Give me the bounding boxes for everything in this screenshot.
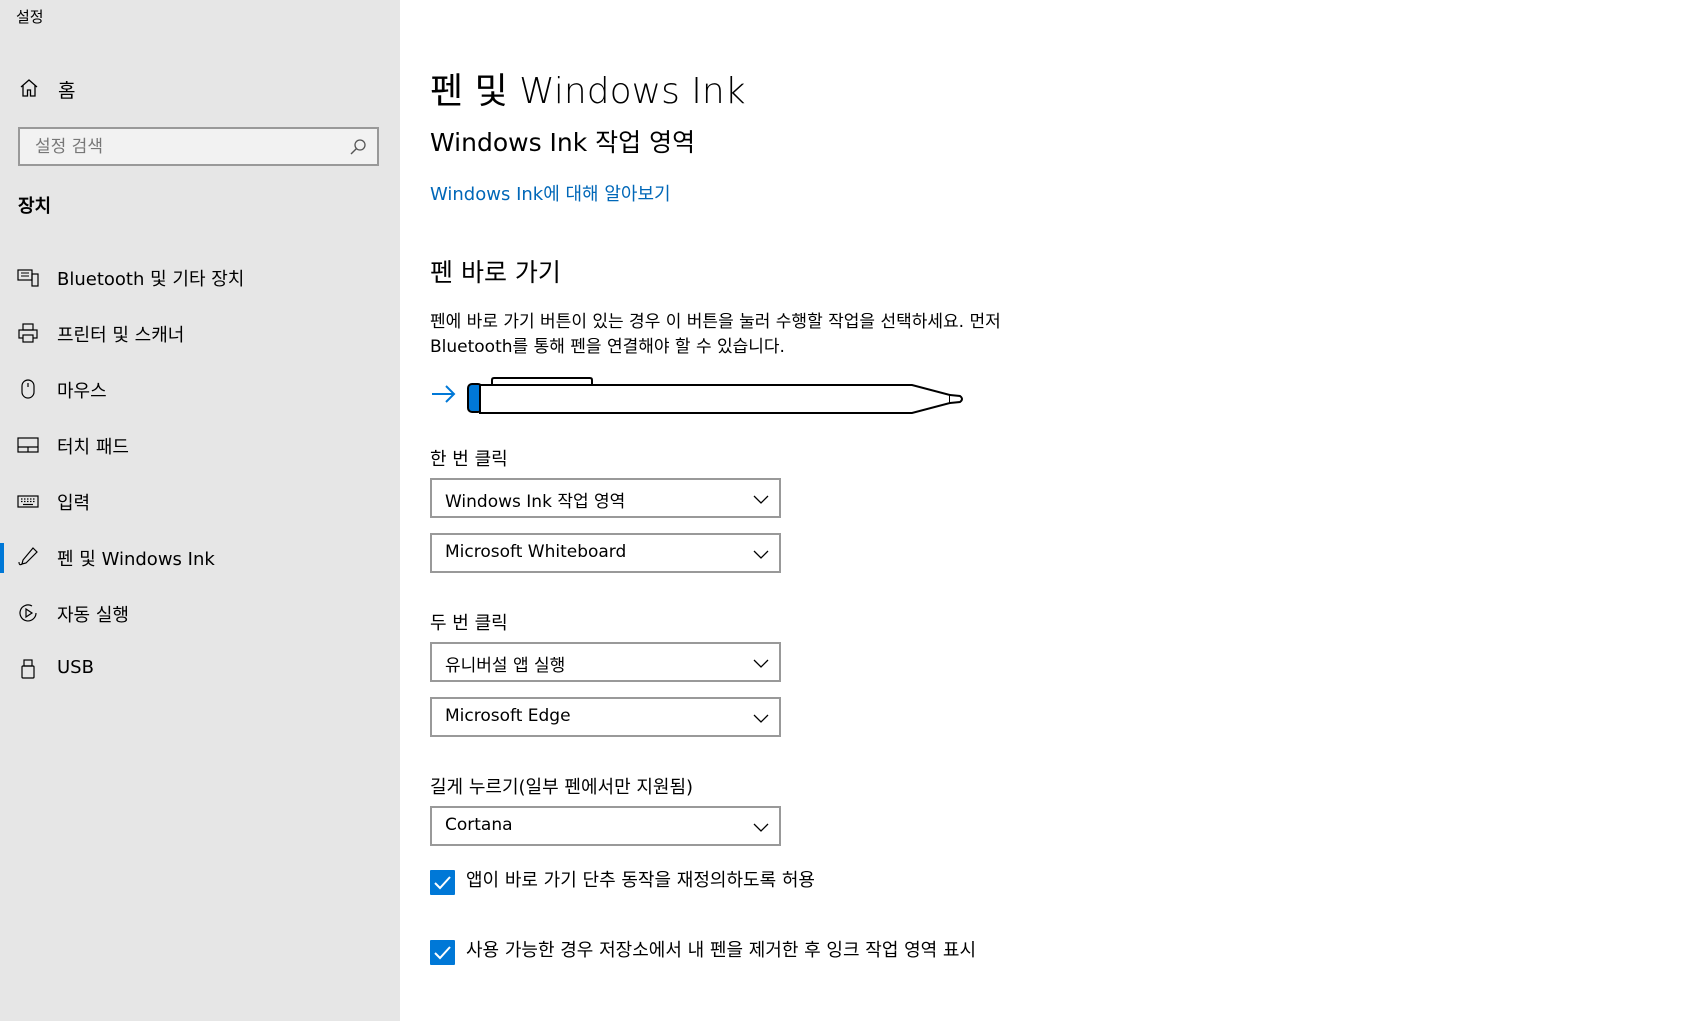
main-content: 펜 및 Windows Ink Windows Ink 작업 영역 Window… (430, 0, 1691, 1021)
home-icon (20, 79, 38, 97)
checkmark-icon (434, 946, 451, 960)
learn-more-link[interactable]: Windows Ink에 대해 알아보기 (430, 180, 671, 206)
section-heading: 장치 (18, 196, 52, 217)
search-input[interactable] (20, 129, 320, 164)
settings-search-box[interactable] (18, 127, 379, 166)
single-click-label: 한 번 클릭 (430, 449, 508, 470)
dropdown-value: Microsoft Edge (445, 706, 571, 726)
double-click-app-dropdown[interactable]: Microsoft Edge (430, 697, 781, 737)
sidebar-item-label: USB (57, 657, 94, 678)
chevron-down-icon (753, 659, 769, 668)
chevron-down-icon (753, 714, 769, 723)
sidebar-item-label: Bluetooth 및 기타 장치 (57, 269, 245, 290)
sidebar-item-typing[interactable]: 입력 (0, 477, 400, 525)
single-click-action-dropdown[interactable]: Windows Ink 작업 영역 (430, 478, 781, 518)
show-ink-workspace-label: 사용 가능한 경우 저장소에서 내 펜을 제거한 후 잉크 작업 영역 표시 (466, 940, 977, 961)
long-press-label: 길게 누르기(일부 펜에서만 지원됨) (430, 777, 694, 798)
sidebar-item-printers[interactable]: 프린터 및 스캐너 (0, 309, 400, 357)
home-label: 홈 (58, 80, 76, 102)
sidebar-item-pen[interactable]: 펜 및 Windows Ink (0, 533, 400, 581)
single-click-app-dropdown[interactable]: Microsoft Whiteboard (430, 533, 781, 573)
sidebar-item-label: 입력 (57, 493, 91, 514)
section-title-ink-workspace: Windows Ink 작업 영역 (430, 128, 696, 157)
dropdown-value: 유니버설 앱 실행 (445, 656, 566, 676)
home-nav-item[interactable]: 홈 (0, 68, 400, 108)
override-shortcut-label: 앱이 바로 가기 단추 동작을 재정의하도록 허용 (466, 870, 815, 891)
chevron-down-icon (753, 823, 769, 832)
autoplay-icon (19, 604, 37, 622)
chevron-down-icon (753, 495, 769, 504)
printer-icon (18, 323, 38, 343)
double-click-label: 두 번 클릭 (430, 613, 508, 634)
page-title: 펜 및 Windows Ink (430, 71, 746, 112)
sidebar: 설정 홈 장치 Bluetooth 및 기타 장치 프린터 및 스캐너 (0, 0, 400, 1021)
sidebar-item-mouse[interactable]: 마우스 (0, 365, 400, 413)
search-icon[interactable] (349, 138, 367, 156)
long-press-action-dropdown[interactable]: Cortana (430, 806, 781, 846)
sidebar-item-bluetooth[interactable]: Bluetooth 및 기타 장치 (0, 253, 400, 301)
app-title: 설정 (16, 8, 44, 26)
pen-shortcuts-description: 펜에 바로 가기 버튼이 있는 경우 이 버튼을 눌러 수행할 작업을 선택하세… (430, 312, 1001, 357)
sidebar-item-autoplay[interactable]: 자동 실행 (0, 589, 400, 637)
pen-illustration (432, 377, 963, 414)
sidebar-item-label: 펜 및 Windows Ink (57, 549, 215, 570)
bluetooth-device-icon (17, 269, 39, 287)
show-ink-workspace-checkbox[interactable] (430, 940, 455, 965)
dropdown-value: Microsoft Whiteboard (445, 542, 627, 562)
sidebar-item-label: 마우스 (57, 381, 107, 402)
sidebar-item-label: 터치 패드 (57, 437, 129, 458)
override-shortcut-checkbox[interactable] (430, 870, 455, 895)
mouse-icon (21, 379, 35, 399)
sidebar-item-usb[interactable]: USB (0, 645, 400, 693)
dropdown-value: Windows Ink 작업 영역 (445, 492, 626, 512)
usb-icon (21, 659, 35, 679)
chevron-down-icon (753, 550, 769, 559)
dropdown-value: Cortana (445, 815, 513, 835)
sidebar-item-label: 프린터 및 스캐너 (57, 325, 185, 346)
double-click-action-dropdown[interactable]: 유니버설 앱 실행 (430, 642, 781, 682)
touchpad-icon (17, 437, 39, 453)
arrow-right-icon (432, 385, 456, 403)
sidebar-item-touchpad[interactable]: 터치 패드 (0, 421, 400, 469)
checkmark-icon (434, 876, 451, 890)
pen-icon (18, 547, 38, 566)
sidebar-item-label: 자동 실행 (57, 605, 129, 626)
section-title-pen-shortcuts: 펜 바로 가기 (430, 258, 561, 287)
keyboard-icon (17, 495, 39, 508)
